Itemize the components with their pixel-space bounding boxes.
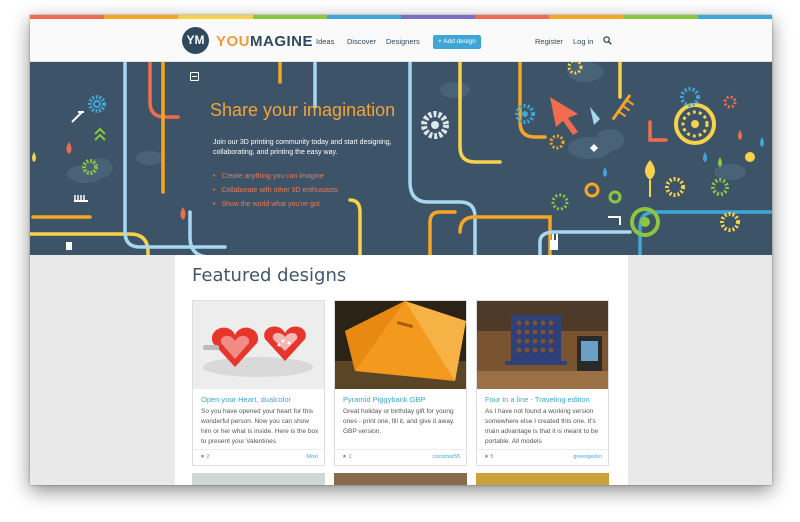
nav-ideas-link[interactable]: Ideas: [316, 37, 334, 46]
hero-intro-text: Join our 3D printing community today and…: [213, 139, 392, 156]
login-link[interactable]: Log in: [573, 37, 593, 46]
add-design-button[interactable]: + Add design: [433, 35, 481, 49]
brand-text-part2: MAGINE: [250, 33, 314, 50]
gear-shapes: [82, 62, 755, 237]
design-title[interactable]: Pyramid Piggybank GBP: [343, 395, 426, 404]
card-footer: ★ 5 greengecko: [477, 449, 608, 465]
cloud-shapes: [67, 62, 746, 183]
browser-window: YM YOUMAGINE Ideas Discover Designers + …: [30, 15, 772, 485]
hero-bullet: Create anything you can imagine: [213, 170, 338, 184]
search-icon[interactable]: [603, 36, 612, 45]
decorative-icons: [32, 94, 764, 250]
design-description: So you have opened your heart for this w…: [201, 408, 319, 445]
design-thumbnail[interactable]: [193, 301, 324, 389]
design-thumbnail[interactable]: [477, 301, 608, 389]
design-thumbnail[interactable]: [335, 301, 466, 389]
hero-title: Share your imagination: [210, 100, 396, 120]
author-link[interactable]: cocomor55: [433, 454, 460, 460]
brand-text-part1: YOU: [216, 33, 251, 50]
hero-banner: Share your imagination Join our 3D print…: [30, 62, 772, 255]
next-card-preview[interactable]: [476, 473, 609, 485]
hero-bullet: Collaborate with other 3D enthusiasts: [213, 184, 337, 198]
top-navigation-bar: YM YOUMAGINE Ideas Discover Designers + …: [30, 19, 772, 62]
design-title[interactable]: Four in a line - Traveling edition: [485, 395, 590, 404]
like-count[interactable]: ★ 5: [484, 454, 494, 460]
hero-bullet-list: Create anything you can imagine Collabor…: [213, 170, 338, 212]
card-footer: ★ 2 Moxi: [193, 449, 324, 465]
hero-bullet: Show the world what you've got: [213, 198, 338, 212]
featured-heading: Featured designs: [192, 265, 347, 286]
hero-illustration: [30, 62, 772, 255]
author-link[interactable]: Moxi: [306, 454, 318, 460]
design-card[interactable]: Open your Heart, dualcolor So you have o…: [192, 300, 325, 466]
design-title[interactable]: Open your Heart, dualcolor: [201, 395, 291, 404]
design-description: As I have not found a working version so…: [485, 408, 599, 445]
design-card[interactable]: Pyramid Piggybank GBP Great holiday or b…: [334, 300, 467, 466]
brand-logo[interactable]: YOUMAGINE: [216, 33, 313, 50]
author-link[interactable]: greengecko: [573, 454, 602, 460]
next-card-preview[interactable]: [334, 473, 467, 485]
logo-icon[interactable]: YM: [182, 27, 209, 54]
like-count[interactable]: ★ 1: [342, 454, 352, 460]
collapse-icon[interactable]: [190, 72, 199, 81]
design-description: Great holiday or birthday gift for young…: [343, 408, 455, 435]
nav-designers-link[interactable]: Designers: [386, 37, 420, 46]
register-link[interactable]: Register: [535, 37, 563, 46]
design-card[interactable]: Four in a line - Traveling edition As I …: [476, 300, 609, 466]
nav-discover-link[interactable]: Discover: [347, 37, 376, 46]
card-footer: ★ 1 cocomor55: [335, 449, 466, 465]
next-card-preview[interactable]: [192, 473, 325, 485]
like-count[interactable]: ★ 2: [200, 454, 210, 460]
featured-designs-panel: Featured designs Open your Heart, dualco…: [175, 255, 628, 485]
